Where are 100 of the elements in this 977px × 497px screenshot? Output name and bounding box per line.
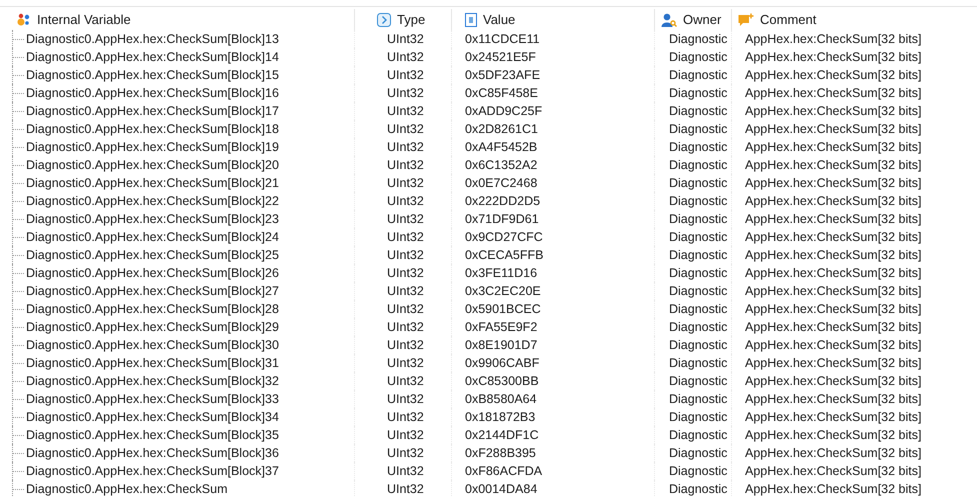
type-cell: UInt32 [387,464,424,478]
comment-cell: AppHex.hex:CheckSum[32 bits] [745,284,922,298]
variable-name: Diagnostic0.AppHex.hex:CheckSum[Block]13 [26,32,279,46]
type-cell: UInt32 [387,194,424,208]
type-cell: UInt32 [387,248,424,262]
owner-cell: Diagnostic [669,140,728,154]
type-cell: UInt32 [387,374,424,388]
value-cell: 0xB8580A64 [465,392,537,406]
value-cell: 0x2144DF1C [465,428,539,442]
owner-cell: Diagnostic [669,230,728,244]
column-header[interactable]: Internal Variable [0,9,355,30]
variable-name: Diagnostic0.AppHex.hex:CheckSum[Block]32 [26,374,279,388]
value-cell: 0x11CDCE11 [465,32,540,46]
column-header[interactable]: Type [355,9,452,30]
variable-name: Diagnostic0.AppHex.hex:CheckSum[Block]33 [26,392,279,406]
value-cell: 0x5901BCEC [465,302,541,316]
type-cell: UInt32 [387,140,424,154]
value-cell: 0xF86ACFDA [465,464,542,478]
variable-name: Diagnostic0.AppHex.hex:CheckSum[Block]27 [26,284,279,298]
variable-name: Diagnostic0.AppHex.hex:CheckSum [26,482,228,496]
owner-cell: Diagnostic [669,446,728,460]
value-cell: 0x71DF9D61 [465,212,539,226]
variable-name: Diagnostic0.AppHex.hex:CheckSum[Block]16 [26,86,279,100]
owner-cell: Diagnostic [669,158,728,172]
variable-name: Diagnostic0.AppHex.hex:CheckSum[Block]14 [26,50,279,64]
comment-cell: AppHex.hex:CheckSum[32 bits] [745,68,922,82]
type-cell: UInt32 [387,482,424,496]
comment-icon [738,12,754,26]
comment-cell: AppHex.hex:CheckSum[32 bits] [745,410,922,424]
type-cell: UInt32 [387,338,424,352]
variable-name: Diagnostic0.AppHex.hex:CheckSum[Block]24 [26,230,279,244]
value-cell: 0x222DD2D5 [465,194,540,208]
comment-cell: AppHex.hex:CheckSum[32 bits] [745,50,922,64]
comment-cell: AppHex.hex:CheckSum[32 bits] [745,248,922,262]
owner-cell: Diagnostic [669,320,728,334]
value-cell: 0xADD9C25F [465,104,542,118]
type-cell: UInt32 [387,284,424,298]
comment-cell: AppHex.hex:CheckSum[32 bits] [745,302,922,316]
value-cell: 0x9CD27CFC [465,230,543,244]
owner-cell: Diagnostic [669,266,728,280]
owner-cell: Diagnostic [669,482,728,496]
value-cell: 0x8E1901D7 [465,338,538,352]
variable-name: Diagnostic0.AppHex.hex:CheckSum[Block]15 [26,68,279,82]
comment-cell: AppHex.hex:CheckSum[32 bits] [745,86,922,100]
column-header[interactable]: Comment [732,9,977,30]
comment-cell: AppHex.hex:CheckSum[32 bits] [745,392,922,406]
comment-cell: AppHex.hex:CheckSum[32 bits] [745,356,922,370]
value-cell: 0xCECA5FFB [465,248,544,262]
type-cell: UInt32 [387,230,424,244]
variable-name: Diagnostic0.AppHex.hex:CheckSum[Block]31 [26,356,279,370]
value-cell: 0xC85300BB [465,374,539,388]
value-cell: 0x0E7C2468 [465,176,538,190]
variable-name: Diagnostic0.AppHex.hex:CheckSum[Block]26 [26,266,279,280]
value-cell: 0x3FE11D16 [465,266,538,280]
variable-name: Diagnostic0.AppHex.hex:CheckSum[Block]18 [26,122,279,136]
owner-cell: Diagnostic [669,68,728,82]
owner-cell: Diagnostic [669,464,728,478]
comment-cell: AppHex.hex:CheckSum[32 bits] [745,320,922,334]
variable-name: Diagnostic0.AppHex.hex:CheckSum[Block]22 [26,194,279,208]
variable-name: Diagnostic0.AppHex.hex:CheckSum[Block]21 [26,176,279,190]
column-header[interactable]: Owner [655,9,732,30]
value-cell: 0xFA55E9F2 [465,320,538,334]
type-cell: UInt32 [387,68,424,82]
type-cell: UInt32 [387,122,424,136]
owner-cell: Diagnostic [669,302,728,316]
comment-cell: AppHex.hex:CheckSum[32 bits] [745,338,922,352]
type-cell: UInt32 [387,356,424,370]
comment-cell: AppHex.hex:CheckSum[32 bits] [745,482,922,496]
variable-name: Diagnostic0.AppHex.hex:CheckSum[Block]37 [26,464,279,478]
owner-cell: Diagnostic [669,176,728,190]
comment-cell: AppHex.hex:CheckSum[32 bits] [745,230,922,244]
value-cell: 0x6C1352A2 [465,158,538,172]
variable-name: Diagnostic0.AppHex.hex:CheckSum[Block]23 [26,212,279,226]
value-cell: 0xC85F458E [465,86,538,100]
variable-name: Diagnostic0.AppHex.hex:CheckSum[Block]28 [26,302,279,316]
variable-name: Diagnostic0.AppHex.hex:CheckSum[Block]19 [26,140,279,154]
comment-cell: AppHex.hex:CheckSum[32 bits] [745,428,922,442]
comment-cell: AppHex.hex:CheckSum[32 bits] [745,122,922,136]
variable-name: Diagnostic0.AppHex.hex:CheckSum[Block]17 [26,104,279,118]
type-cell: UInt32 [387,446,424,460]
type-cell: UInt32 [387,176,424,190]
owner-cell: Diagnostic [669,356,728,370]
comment-cell: AppHex.hex:CheckSum[32 bits] [745,266,922,280]
owner-cell: Diagnostic [669,194,728,208]
type-cell: UInt32 [387,392,424,406]
owner-cell: Diagnostic [669,410,728,424]
owner-cell: Diagnostic [669,32,728,46]
variable-name: Diagnostic0.AppHex.hex:CheckSum[Block]36 [26,446,279,460]
owner-cell: Diagnostic [669,104,728,118]
type-cell: UInt32 [387,86,424,100]
owner-cell: Diagnostic [669,428,728,442]
comment-cell: AppHex.hex:CheckSum[32 bits] [745,158,922,172]
value-cell: 0x9906CABF [465,356,540,370]
comment-cell: AppHex.hex:CheckSum[32 bits] [745,212,922,226]
column-header[interactable]: Value [452,9,655,30]
owner-cell: Diagnostic [669,284,728,298]
value-cell: 0x3C2EC20E [465,284,541,298]
value-cell: 0x0014DA84 [465,482,538,496]
value-cell: 0x2D8261C1 [465,122,538,136]
owner-cell: Diagnostic [669,248,728,262]
